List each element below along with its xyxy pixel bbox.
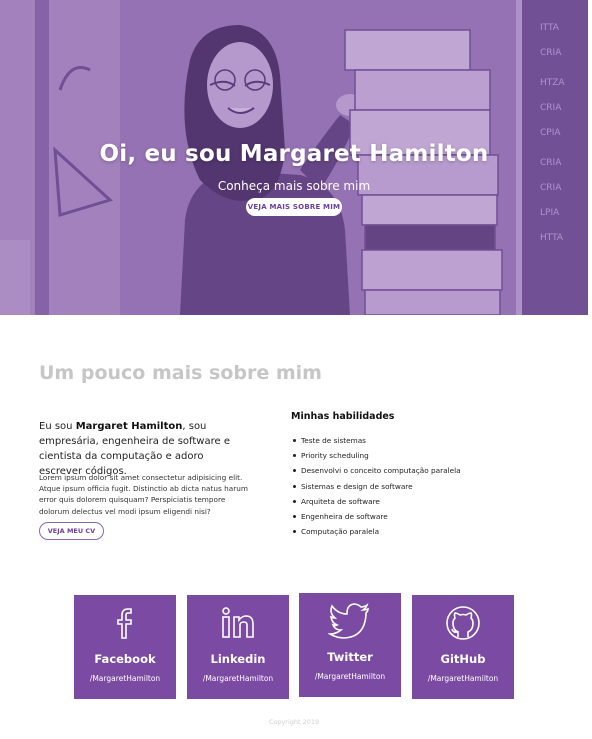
- card-handle: /MargaretHamilton: [427, 674, 499, 683]
- skill-item: Desenvolvi o conceito computação paralel…: [293, 465, 461, 480]
- skills-list: Teste de sistemas Priority scheduling De…: [293, 435, 461, 541]
- linkedin-card[interactable]: Linkedin /MargaretHamilton: [187, 595, 289, 699]
- card-title: Facebook: [94, 652, 156, 666]
- facebook-card[interactable]: Facebook /MargaretHamilton: [74, 595, 176, 699]
- skill-item: Teste de sistemas: [293, 435, 461, 450]
- about-intro: Eu sou Margaret Hamilton, sou empresária…: [39, 419, 249, 479]
- twitter-card[interactable]: Twitter /MargaretHamilton: [299, 593, 401, 697]
- intro-name: Margaret Hamilton: [75, 421, 183, 432]
- skills-title: Minhas habilidades: [291, 411, 395, 422]
- card-handle: /MargaretHamilton: [314, 672, 386, 681]
- see-cv-button[interactable]: VEJA MEU CV: [39, 522, 104, 540]
- skill-item: Sistemas e design de software: [293, 481, 461, 496]
- skill-item: Priority scheduling: [293, 450, 461, 465]
- skill-item: Engenheira de software: [293, 511, 461, 526]
- copyright-text: Copyright 2019: [268, 718, 320, 726]
- card-title: Linkedin: [210, 652, 266, 666]
- twitter-icon: [299, 601, 401, 641]
- linkedin-icon: [187, 603, 289, 643]
- see-more-button[interactable]: VEJA MAIS SOBRE MIM: [246, 198, 342, 216]
- github-card[interactable]: GitHub /MargaretHamilton: [412, 595, 514, 699]
- card-handle: /MargaretHamilton: [89, 674, 161, 683]
- facebook-icon: [74, 603, 176, 643]
- github-icon: [412, 603, 514, 643]
- card-title: GitHub: [440, 652, 486, 666]
- skill-item: Computação paralela: [293, 526, 461, 541]
- about-description: Lorem ipsum dolor sit amet consectetur a…: [39, 473, 248, 516]
- skill-item: Arquiteta de software: [293, 496, 461, 511]
- hero-section: ITTA CRIA HTZA CRIA CPIA CRIA CRIA LPIA HTTA O…: [0, 0, 588, 315]
- hero-subtitle: Conheça mais sobre mim: [217, 179, 371, 193]
- card-handle: /MargaretHamilton: [202, 674, 274, 683]
- intro-prefix: Eu sou: [39, 421, 76, 432]
- about-section-title: Um pouco mais sobre mim: [39, 362, 322, 384]
- card-title: Twitter: [327, 650, 373, 664]
- hero-title: Oi, eu sou Margaret Hamilton: [99, 141, 489, 167]
